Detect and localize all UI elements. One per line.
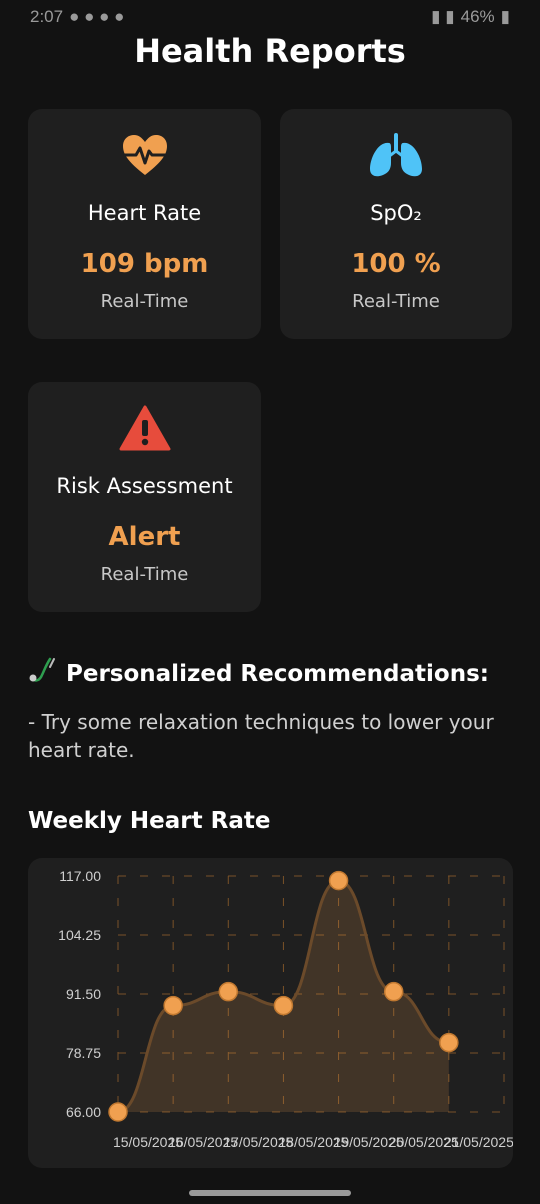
risk-label: Risk Assessment xyxy=(56,474,233,498)
chart-point xyxy=(108,1102,128,1122)
spo2-card[interactable]: SpO₂ 100 % Real-Time xyxy=(280,109,512,339)
status-left: 2:07 ● ● ● ● xyxy=(30,7,124,27)
chart-point xyxy=(439,1032,459,1053)
y-tick-label: 117.00 xyxy=(59,868,101,884)
chart-title: Weekly Heart Rate xyxy=(28,808,271,834)
notification-icons: ● ● ● ● xyxy=(69,7,125,26)
heart-pulse-icon xyxy=(121,131,169,179)
risk-value: Alert xyxy=(108,522,181,552)
y-tick-label: 66.00 xyxy=(66,1104,101,1120)
lungs-icon xyxy=(367,131,425,179)
status-bar: 2:07 ● ● ● ● ▮ ▮ 46% ▮ xyxy=(0,0,540,34)
heart-rate-value: 109 bpm xyxy=(80,249,209,279)
signal-icons: ▮ ▮ xyxy=(431,7,455,26)
chart-point xyxy=(383,981,404,1002)
spo2-value: 100 % xyxy=(351,249,441,279)
heart-rate-card[interactable]: Heart Rate 109 bpm Real-Time xyxy=(28,109,261,339)
risk-sub: Real-Time xyxy=(100,564,189,585)
chart-point xyxy=(273,995,294,1016)
chart-svg: 117.00104.2591.5078.7566.0015/05/202516/… xyxy=(58,868,513,1150)
recommendation-text: - Try some relaxation techniques to lowe… xyxy=(28,710,494,762)
recommendations-heading: Personalized Recommendations: xyxy=(28,657,489,691)
home-indicator[interactable] xyxy=(189,1190,351,1196)
y-tick-label: 91.50 xyxy=(66,986,101,1002)
page-title: Health Reports xyxy=(134,32,406,70)
heart-rate-sub: Real-Time xyxy=(100,291,189,312)
battery-icon: ▮ xyxy=(500,7,510,26)
heart-rate-label: Heart Rate xyxy=(87,201,202,225)
y-tick-label: 104.25 xyxy=(58,927,101,943)
status-right: ▮ ▮ 46% ▮ xyxy=(431,7,510,27)
recommendations-heading-text: Personalized Recommendations: xyxy=(66,661,489,687)
spo2-label: SpO₂ xyxy=(370,201,422,225)
spo2-sub: Real-Time xyxy=(352,291,440,312)
y-tick-label: 78.75 xyxy=(66,1045,101,1061)
weekly-heart-rate-chart: 117.00 104.25 91.50 78.75 66.00 15/05/2025 16/… xyxy=(28,858,513,1168)
x-tick-label: 21/05/2025 xyxy=(444,1134,513,1150)
risk-assessment-card[interactable]: Risk Assessment Alert Real-Time xyxy=(28,382,261,612)
battery-level: 46% xyxy=(460,7,495,26)
status-time: 2:07 xyxy=(30,7,64,26)
chart-point xyxy=(328,870,349,891)
chart-point xyxy=(218,981,239,1002)
warning-icon xyxy=(119,404,171,452)
stethoscope-icon xyxy=(28,657,58,691)
chart-point xyxy=(163,995,183,1016)
